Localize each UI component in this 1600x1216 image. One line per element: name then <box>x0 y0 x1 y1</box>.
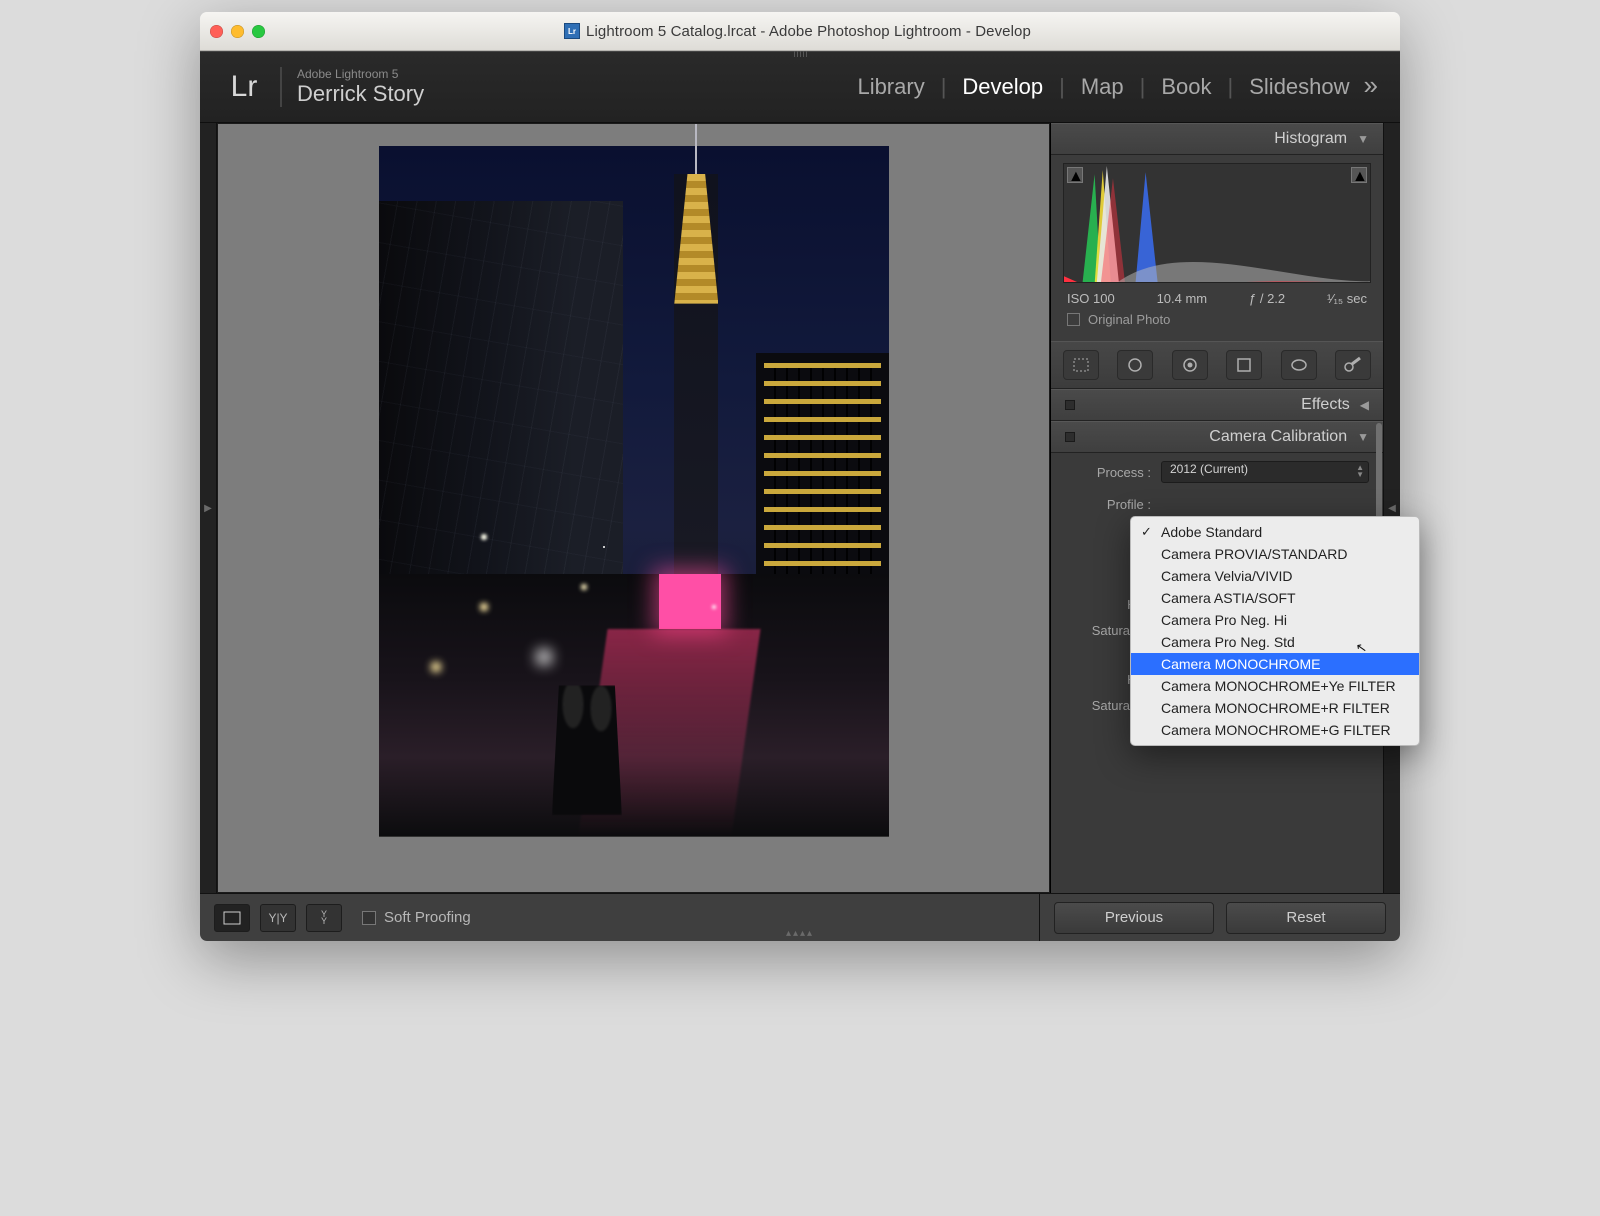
soft-proofing-label: Soft Proofing <box>384 909 471 926</box>
crop-tool[interactable] <box>1063 350 1099 380</box>
panel-title: Camera Calibration <box>1209 428 1347 446</box>
meta-aperture: ƒ / 2.2 <box>1249 291 1285 306</box>
identity-user: Derrick Story <box>297 82 424 106</box>
stepper-icon: ▲▼ <box>1356 464 1364 478</box>
loupe-view-button[interactable] <box>214 904 250 932</box>
lightroom-logo-icon: Lr <box>222 67 282 107</box>
original-photo-label: Original Photo <box>1088 312 1170 327</box>
app-icon: Lr <box>564 23 580 39</box>
profile-option[interactable]: Camera Pro Neg. Std <box>1131 631 1419 653</box>
effects-header[interactable]: Effects ◀ <box>1051 389 1383 421</box>
module-bar: Lr Adobe Lightroom 5 Derrick Story Libra… <box>200 51 1400 123</box>
identity-plate[interactable]: Lr Adobe Lightroom 5 Derrick Story <box>222 67 424 107</box>
graduated-filter-tool[interactable] <box>1226 350 1262 380</box>
profile-option[interactable]: Camera Velvia/VIVID <box>1131 565 1419 587</box>
reset-button[interactable]: Reset <box>1226 902 1386 934</box>
soft-proofing-toggle[interactable]: Soft Proofing <box>362 909 471 926</box>
profile-option[interactable]: Camera Pro Neg. Hi <box>1131 609 1419 631</box>
process-label: Process : <box>1065 465 1151 480</box>
panel-switch-icon[interactable] <box>1065 400 1075 410</box>
workspace: ▶ Histogram ▼ ▲ <box>200 123 1400 893</box>
module-library[interactable]: Library <box>857 74 924 100</box>
panel-switch-icon[interactable] <box>1065 432 1075 442</box>
profile-option[interactable]: Camera MONOCHROME+R FILTER <box>1131 697 1419 719</box>
spot-tool[interactable] <box>1117 350 1153 380</box>
process-value: 2012 (Current) <box>1170 462 1248 476</box>
chevron-down-icon: ▼ <box>1357 430 1369 444</box>
checkmark-icon: ✓ <box>1141 523 1152 541</box>
chevron-left-icon: ◀ <box>1360 398 1369 412</box>
window-title-text: Lightroom 5 Catalog.lrcat - Adobe Photos… <box>586 23 1031 40</box>
module-slideshow[interactable]: Slideshow <box>1249 74 1349 100</box>
image-canvas[interactable] <box>217 123 1050 893</box>
module-develop[interactable]: Develop <box>962 74 1043 100</box>
checkbox-icon <box>1067 313 1080 326</box>
right-panel-expander[interactable]: ◀ <box>1383 123 1400 893</box>
histogram-graph[interactable]: ▲ ▲ <box>1063 163 1371 283</box>
process-dropdown[interactable]: 2012 (Current) ▲▼ <box>1161 461 1369 483</box>
minimize-window-button[interactable] <box>231 25 244 38</box>
zoom-window-button[interactable] <box>252 25 265 38</box>
camera-calibration-header[interactable]: Camera Calibration ▼ <box>1051 421 1383 453</box>
titlebar: Lr Lightroom 5 Catalog.lrcat - Adobe Pho… <box>200 12 1400 51</box>
secondary-toolbar: Y|Y YY Soft Proofing Previous Reset ▴▴▴▴ <box>200 893 1400 941</box>
checkbox-icon <box>362 911 376 925</box>
meta-iso: ISO 100 <box>1067 291 1115 306</box>
profile-option[interactable]: Camera MONOCHROME+G FILTER <box>1131 719 1419 741</box>
close-window-button[interactable] <box>210 25 223 38</box>
profile-label: Profile : <box>1065 497 1151 512</box>
photo-preview <box>379 146 889 836</box>
chevron-right-icon: ▶ <box>204 503 212 514</box>
profile-option-highlighted[interactable]: Camera MONOCHROME <box>1131 653 1419 675</box>
exposure-metadata: ISO 100 10.4 mm ƒ / 2.2 ¹⁄₁₅ sec <box>1063 283 1371 308</box>
original-photo-toggle[interactable]: Original Photo <box>1063 308 1371 337</box>
histogram-panel: ▲ ▲ ISO 100 10.4 mm <box>1051 155 1383 341</box>
panel-title: Histogram <box>1274 130 1347 148</box>
left-panel-expander[interactable]: ▶ <box>200 123 217 893</box>
profile-option[interactable]: Camera PROVIA/STANDARD <box>1131 543 1419 565</box>
profile-option[interactable]: Camera MONOCHROME+Ye FILTER <box>1131 675 1419 697</box>
meta-focal: 10.4 mm <box>1157 291 1208 306</box>
before-after-lr-button[interactable]: Y|Y <box>260 904 296 932</box>
profile-option[interactable]: ✓Adobe Standard <box>1131 521 1419 543</box>
profile-option[interactable]: Camera ASTIA/SOFT <box>1131 587 1419 609</box>
window-controls <box>210 25 265 38</box>
meta-shutter: ¹⁄₁₅ sec <box>1327 291 1367 306</box>
app-window: Lr Lightroom 5 Catalog.lrcat - Adobe Pho… <box>200 12 1400 941</box>
right-panel-group: Histogram ▼ ▲ ▲ <box>1050 123 1383 893</box>
top-panel-grip[interactable] <box>786 51 814 59</box>
profile-menu[interactable]: ✓Adobe Standard Camera PROVIA/STANDARD C… <box>1130 516 1420 746</box>
previous-button[interactable]: Previous <box>1054 902 1214 934</box>
chevron-left-icon: ◀ <box>1388 503 1396 514</box>
before-after-tb-button[interactable]: YY <box>306 904 342 932</box>
filmstrip-grip[interactable]: ▴▴▴▴ <box>786 928 814 939</box>
module-map[interactable]: Map <box>1081 74 1124 100</box>
panel-title: Effects <box>1301 396 1350 414</box>
redeye-tool[interactable] <box>1172 350 1208 380</box>
module-book[interactable]: Book <box>1161 74 1211 100</box>
adjustment-brush-tool[interactable] <box>1335 350 1371 380</box>
window-title: Lr Lightroom 5 Catalog.lrcat - Adobe Pho… <box>273 23 1322 40</box>
module-picker: Library| Develop| Map| Book| Slideshow » <box>857 74 1378 100</box>
radial-filter-tool[interactable] <box>1281 350 1317 380</box>
histogram-header[interactable]: Histogram ▼ <box>1051 123 1383 155</box>
develop-tool-strip <box>1051 341 1383 389</box>
product-name: Adobe Lightroom 5 <box>297 68 424 81</box>
chevron-down-icon: ▼ <box>1357 132 1369 146</box>
